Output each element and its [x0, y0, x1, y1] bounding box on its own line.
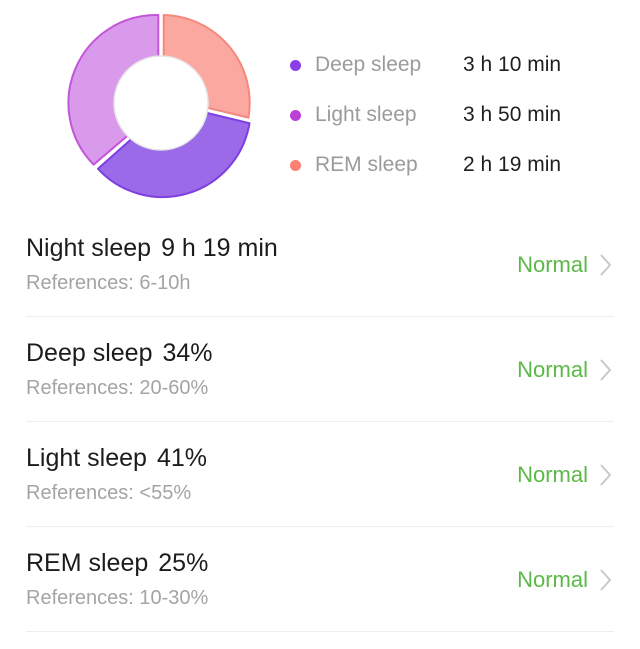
row-reference-deep-sleep: References: 20-60%: [26, 376, 209, 399]
chevron-right-icon[interactable]: [600, 254, 612, 276]
chevron-right-icon[interactable]: [600, 464, 612, 486]
row-status-block[interactable]: Normal: [517, 357, 614, 383]
row-reference-light-sleep: References: <55%: [26, 481, 192, 504]
legend-value-light-sleep: 3 h 50 min: [463, 103, 562, 126]
chevron-right-icon[interactable]: [600, 569, 612, 591]
row-label: Deep sleep: [26, 339, 153, 368]
legend-label-deep-sleep: Deep sleep: [315, 53, 422, 76]
row-status-block[interactable]: Normal: [517, 567, 614, 593]
row-metric: 25%: [158, 549, 209, 578]
legend-row-light-sleep: Light sleep 3 h 50 min: [290, 90, 620, 140]
sleep-metrics-list: Night sleep 9 h 19 min References: 6-10h …: [0, 212, 640, 632]
row-title-rem-sleep: REM sleep 25%: [26, 550, 208, 578]
legend-value-deep-sleep: 3 h 10 min: [463, 53, 562, 76]
status-badge-night-sleep: Normal: [517, 251, 588, 277]
chevron-right-icon[interactable]: [600, 359, 612, 381]
sleep-summary-section: Deep sleep 3 h 10 min Light sleep 3 h 50…: [0, 0, 640, 212]
row-metric: 9 h 19 min: [161, 234, 278, 263]
row-text-block: Light sleep 41% References: <55%: [26, 445, 207, 504]
row-status-block[interactable]: Normal: [517, 462, 614, 488]
row-label: Light sleep: [26, 444, 147, 473]
legend-row-rem-sleep: REM sleep 2 h 19 min: [290, 140, 620, 190]
status-badge-deep-sleep: Normal: [517, 356, 588, 382]
list-item-deep-sleep[interactable]: Deep sleep 34% References: 20-60% Normal: [0, 317, 640, 422]
row-title-light-sleep: Light sleep 41%: [26, 445, 207, 473]
legend-label-light-sleep: Light sleep: [315, 103, 417, 126]
legend-dot-light-sleep: [290, 109, 301, 121]
legend-dot-rem-sleep: [290, 159, 301, 171]
row-text-block: Night sleep 9 h 19 min References: 6-10h: [26, 235, 278, 294]
row-text-block: REM sleep 25% References: 10-30%: [26, 550, 208, 609]
sleep-legend: Deep sleep 3 h 10 min Light sleep 3 h 50…: [290, 40, 620, 190]
list-item-rem-sleep[interactable]: REM sleep 25% References: 10-30% Normal: [0, 527, 640, 632]
legend-label-rem-sleep: REM sleep: [315, 153, 418, 176]
donut-center-hole: [113, 55, 209, 151]
row-metric: 34%: [162, 339, 213, 368]
legend-row-deep-sleep: Deep sleep 3 h 10 min: [290, 40, 620, 90]
status-badge-light-sleep: Normal: [517, 461, 588, 487]
list-item-light-sleep[interactable]: Light sleep 41% References: <55% Normal: [0, 422, 640, 527]
row-reference-night-sleep: References: 6-10h: [26, 271, 191, 294]
row-divider: [26, 631, 614, 632]
legend-value-rem-sleep: 2 h 19 min: [463, 153, 562, 176]
sleep-donut-chart: [62, 12, 258, 199]
list-item-night-sleep[interactable]: Night sleep 9 h 19 min References: 6-10h …: [0, 212, 640, 317]
row-reference-rem-sleep: References: 10-30%: [26, 586, 209, 609]
row-label: Night sleep: [26, 234, 152, 263]
row-title-night-sleep: Night sleep 9 h 19 min: [26, 235, 278, 263]
legend-dot-deep-sleep: [290, 59, 301, 71]
row-text-block: Deep sleep 34% References: 20-60%: [26, 340, 213, 399]
sleep-summary-screen: Deep sleep 3 h 10 min Light sleep 3 h 50…: [0, 0, 640, 649]
row-status-block[interactable]: Normal: [517, 252, 614, 278]
status-badge-rem-sleep: Normal: [517, 566, 588, 592]
row-metric: 41%: [156, 444, 207, 473]
row-title-deep-sleep: Deep sleep 34%: [26, 340, 213, 368]
row-label: REM sleep: [26, 549, 149, 578]
